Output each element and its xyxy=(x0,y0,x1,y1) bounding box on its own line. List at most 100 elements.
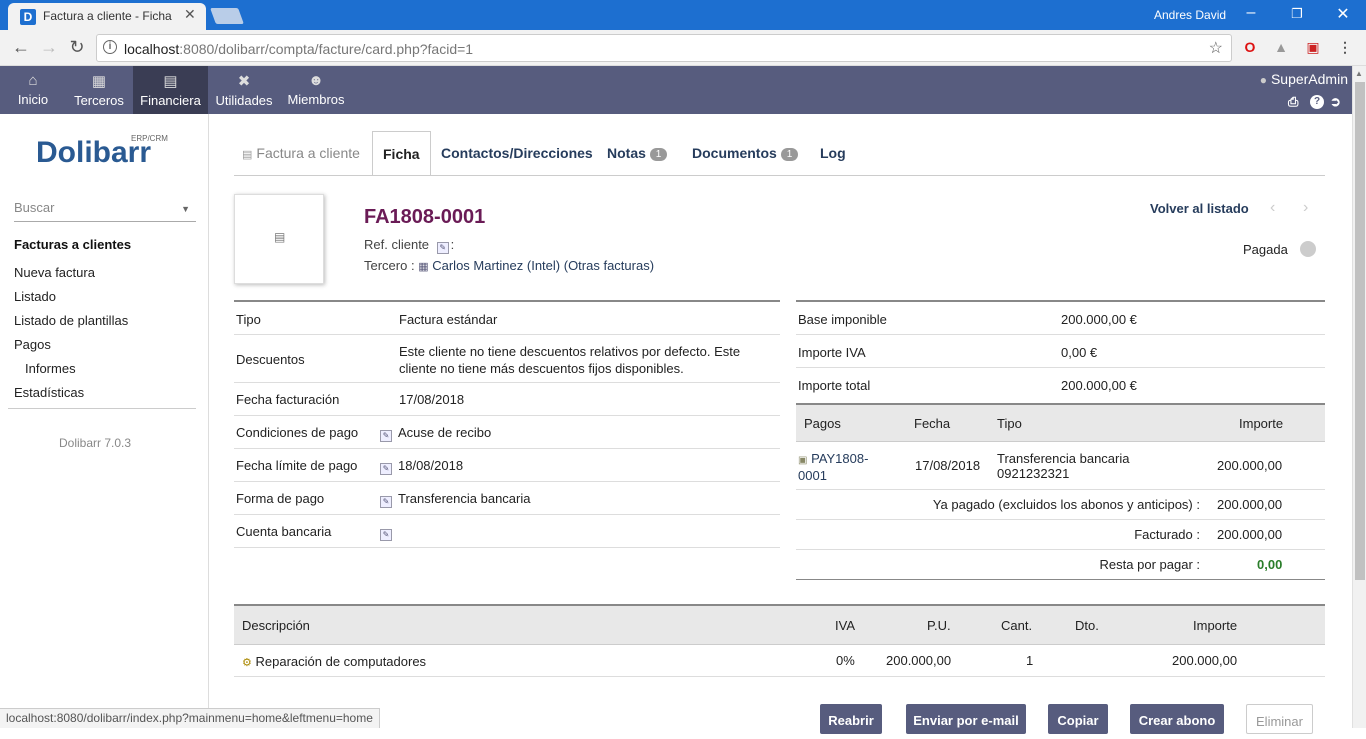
edit-icon[interactable]: ✎ xyxy=(380,430,392,442)
reopen-button[interactable]: Reabrir xyxy=(820,704,882,734)
minimize-icon[interactable]: – xyxy=(1236,4,1266,22)
pocket-extension-icon[interactable]: ▣ xyxy=(1304,38,1322,56)
close-tab-icon[interactable]: ✕ xyxy=(184,6,196,23)
scroll-up-icon[interactable]: ▲ xyxy=(1355,69,1363,78)
column-header: Fecha xyxy=(914,416,951,431)
browser-tab[interactable]: D Factura a cliente - Ficha ✕ xyxy=(8,3,206,30)
service-icon: ⚙ xyxy=(242,657,252,669)
forward-arrow-icon[interactable]: → xyxy=(38,37,60,58)
tab-notas[interactable]: Notas 1 xyxy=(597,131,677,176)
column-header: P.U. xyxy=(927,618,951,633)
menu-inicio[interactable]: ⌂ Inicio xyxy=(8,66,58,114)
leftmenu-estadisticas[interactable]: Estadísticas xyxy=(14,385,84,400)
delete-button[interactable]: Eliminar xyxy=(1246,704,1313,734)
tab-documentos[interactable]: Documentos 1 xyxy=(682,131,808,176)
table-row: Importe total 200.000,00 € xyxy=(796,368,1325,402)
payment-ref-link[interactable]: ▣ PAY1808- 0001 xyxy=(798,451,868,483)
tab-contactos[interactable]: Contactos/Direcciones xyxy=(431,131,603,176)
field-label: Forma de pago xyxy=(236,491,325,506)
tab-log[interactable]: Log xyxy=(810,131,856,176)
copy-button[interactable]: Copiar xyxy=(1048,704,1108,734)
column-header: Dto. xyxy=(1075,618,1099,633)
browser-profile-name[interactable]: Andres David xyxy=(1154,8,1226,22)
paid-summary-row: Ya pagado (excluidos los abonos y antici… xyxy=(796,490,1325,520)
field-value: 200.000,00 € xyxy=(1061,378,1137,393)
url-text[interactable]: localhost:8080/dolibarr/compta/facture/c… xyxy=(124,41,473,57)
menu-label: Utilidades xyxy=(215,93,273,108)
leftmenu-pagos[interactable]: Pagos xyxy=(14,337,51,352)
tab-factura-cliente[interactable]: ▤ Factura a cliente xyxy=(232,131,370,176)
table-row: ⚙ Reparación de computadores 0% 200.000,… xyxy=(234,645,1325,677)
leftmenu-listado-plantillas[interactable]: Listado de plantillas xyxy=(14,313,128,328)
other-invoices-link[interactable]: (Otras facturas) xyxy=(564,258,654,273)
document-thumbnail[interactable]: ▤ xyxy=(234,194,324,284)
tercero-link[interactable]: Carlos Martinez (Intel) xyxy=(432,258,560,273)
close-window-icon[interactable]: ✕ xyxy=(1328,4,1358,24)
menu-utilidades[interactable]: ✖ Utilidades xyxy=(210,66,278,114)
facturado-label: Facturado : xyxy=(1134,527,1200,542)
user-name[interactable]: SuperAdmin xyxy=(1271,71,1348,87)
leftmenu-nueva-factura[interactable]: Nueva factura xyxy=(14,265,95,280)
search-placeholder: Buscar xyxy=(14,200,55,215)
logout-icon[interactable]: ➲ xyxy=(1330,94,1341,110)
tab-ficha[interactable]: Ficha xyxy=(372,131,431,176)
field-value: Este cliente no tiene descuentos relativ… xyxy=(399,344,741,376)
field-label: Importe total xyxy=(798,378,871,393)
edit-icon[interactable]: ✎ xyxy=(436,242,449,254)
user-avatar-icon: ● xyxy=(1259,73,1267,87)
company-icon: ▦ xyxy=(418,261,429,273)
drive-extension-icon[interactable]: ▲ xyxy=(1272,38,1290,56)
edit-icon[interactable]: ✎ xyxy=(380,496,392,508)
menu-terceros[interactable]: ▦ Terceros xyxy=(66,66,132,114)
edit-icon[interactable]: ✎ xyxy=(380,463,392,475)
chevron-down-icon: ▼ xyxy=(181,204,190,214)
page-scrollbar[interactable]: ▲ xyxy=(1352,66,1366,728)
menu-financiera[interactable]: ▤ Financiera xyxy=(133,66,208,114)
user-menu[interactable]: ● SuperAdmin xyxy=(1260,71,1348,87)
column-header: Pagos xyxy=(804,416,841,431)
column-header: IVA xyxy=(835,618,855,633)
opera-extension-icon[interactable]: O xyxy=(1241,38,1259,56)
menu-label: Terceros xyxy=(74,93,124,108)
leftmenu-listado[interactable]: Listado xyxy=(14,289,56,304)
tab-label: Factura a cliente xyxy=(256,145,360,161)
leftmenu-informes[interactable]: Informes xyxy=(25,361,76,376)
browser-status-bar: localhost:8080/dolibarr/index.php?mainme… xyxy=(0,708,380,728)
lines-header: Descripción IVA P.U. Cant. Dto. Importe xyxy=(234,604,1325,645)
search-select[interactable]: Buscar ▼ xyxy=(14,198,196,222)
restore-icon[interactable]: ❐ xyxy=(1282,6,1312,22)
browser-menu-icon[interactable]: ⋮ xyxy=(1336,38,1354,56)
menu-label: Miembros xyxy=(287,92,345,107)
back-arrow-icon[interactable]: ← xyxy=(10,37,32,58)
count-badge: 1 xyxy=(649,147,668,161)
previous-record-icon[interactable]: ‹ xyxy=(1270,199,1275,217)
edit-icon[interactable]: ✎ xyxy=(380,529,392,541)
print-icon[interactable]: ⎙ xyxy=(1288,94,1298,110)
send-email-button[interactable]: Enviar por e-mail xyxy=(906,704,1026,734)
amounts-table: Base imponible 200.000,00 € Importe IVA … xyxy=(796,300,1325,402)
reload-icon[interactable]: ↻ xyxy=(66,37,88,58)
menu-miembros[interactable]: ☻ Miembros xyxy=(282,66,350,114)
line-description[interactable]: ⚙ Reparación de computadores xyxy=(242,654,426,669)
line-quantity: 1 xyxy=(1026,653,1034,668)
remaining-summary-row: Resta por pagar : 0,00 xyxy=(796,550,1325,580)
bookmark-star-icon[interactable]: ☆ xyxy=(1209,38,1223,58)
info-icon[interactable]: i xyxy=(103,40,117,54)
field-value-edit: ✎ xyxy=(380,524,398,541)
back-to-list-link[interactable]: Volver al listado xyxy=(1150,201,1249,216)
create-credit-note-button[interactable]: Crear abono xyxy=(1130,704,1224,734)
next-record-icon[interactable]: › xyxy=(1303,199,1308,217)
table-row: Base imponible 200.000,00 € xyxy=(796,302,1325,335)
leftmenu-facturas-clientes[interactable]: Facturas a clientes xyxy=(14,237,131,252)
address-bar[interactable]: i localhost:8080/dolibarr/compta/facture… xyxy=(96,34,1232,62)
field-value: 200.000,00 € xyxy=(1061,312,1137,327)
scrollbar-thumb[interactable] xyxy=(1355,82,1365,580)
help-icon[interactable]: ? xyxy=(1310,95,1324,109)
new-tab-button[interactable] xyxy=(210,8,244,24)
ya-pagado-value: 200.000,00 xyxy=(1217,497,1283,512)
menu-divider xyxy=(8,408,196,409)
dolibarr-favicon-icon: D xyxy=(20,9,36,25)
browser-tab-title: Factura a cliente - Ficha xyxy=(43,9,172,23)
invoice-icon: ▤ xyxy=(242,149,253,161)
status-label: Pagada xyxy=(1243,242,1288,257)
